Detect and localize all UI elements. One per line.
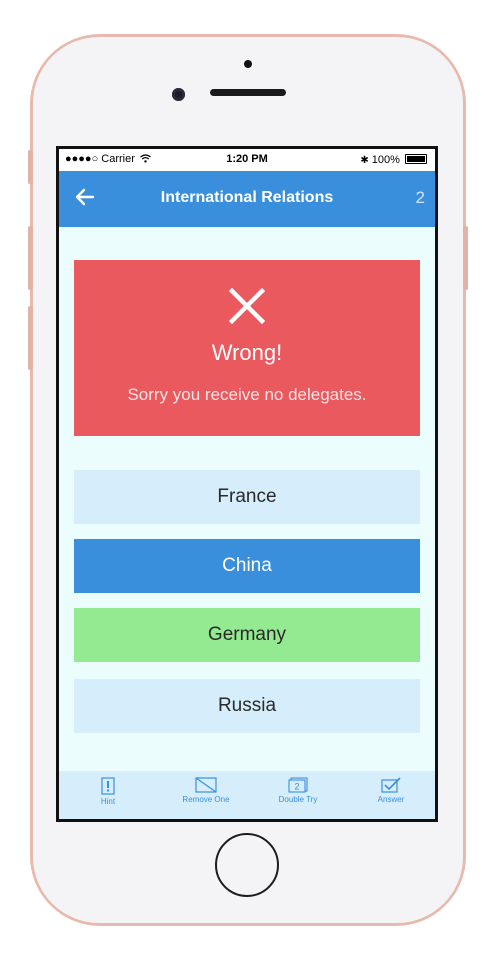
bottom-toolbar: Hint Remove One 2 Double Try Answer <box>59 771 435 819</box>
result-banner: Wrong! Sorry you receive no delegates. <box>74 260 420 436</box>
result-title: Wrong! <box>211 340 283 365</box>
tab-answer-label: Answer <box>377 795 405 804</box>
double-try-icon-number: 2 <box>294 782 299 792</box>
hint-icon <box>101 777 115 795</box>
close-x-icon <box>229 288 265 324</box>
front-camera <box>172 88 185 101</box>
home-button[interactable] <box>215 833 279 897</box>
double-try-icon: 2 <box>288 777 308 793</box>
status-bar: ●●●●○ Carrier 1:20 PM ✱ 100% <box>59 149 435 171</box>
volume-up-button <box>28 226 33 290</box>
bluetooth-icon: ✱ <box>360 155 369 166</box>
power-button <box>463 226 468 290</box>
question-count: 2 <box>415 188 425 207</box>
battery-icon <box>405 154 427 164</box>
battery-group: ✱ 100% <box>360 153 427 166</box>
volume-down-button <box>28 306 33 370</box>
remove-one-icon <box>195 777 217 793</box>
nav-bar: International Relations 2 <box>59 171 435 227</box>
app-screen: ●●●●○ Carrier 1:20 PM ✱ 100% Internation… <box>59 149 435 819</box>
page-title: International Relations <box>160 189 334 206</box>
earpiece-speaker <box>210 89 286 96</box>
result-message: Sorry you receive no delegates. <box>127 385 367 404</box>
mute-switch <box>28 150 33 184</box>
checkbox-check-icon <box>381 777 401 793</box>
tab-hint[interactable]: Hint <box>68 777 148 806</box>
tab-remove-one-label: Remove One <box>182 795 230 804</box>
proximity-sensor <box>244 60 252 68</box>
tab-double-try-label: Double Try <box>278 795 318 804</box>
option-china[interactable]: China <box>74 539 420 593</box>
battery-percent: 100% <box>371 154 400 166</box>
option-russia[interactable]: Russia <box>74 679 420 733</box>
tab-answer[interactable]: Answer <box>351 777 431 804</box>
option-france[interactable]: France <box>74 470 420 524</box>
option-germany[interactable]: Germany <box>74 608 420 662</box>
tab-double-try[interactable]: 2 Double Try <box>258 777 338 804</box>
screen-bezel: ●●●●○ Carrier 1:20 PM ✱ 100% Internation… <box>56 146 438 822</box>
tab-hint-label: Hint <box>100 797 116 806</box>
tab-remove-one[interactable]: Remove One <box>166 777 246 804</box>
